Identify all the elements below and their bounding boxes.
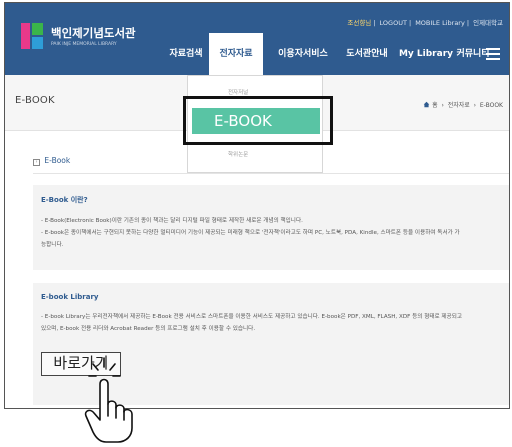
logout-link[interactable]: LOGOUT <box>380 19 407 27</box>
breadcrumb-home[interactable]: 홈 <box>432 102 438 109</box>
library-logo[interactable]: 백인제기념도서관 PAIK INJE MEMORIAL LIBRARY <box>21 19 151 59</box>
user-name-link[interactable]: 조선향님 <box>347 19 371 27</box>
nav-item-my-library[interactable]: My Library <box>397 33 455 75</box>
panel-title: E-Book 이란? <box>41 196 88 204</box>
hand-pointer-icon <box>84 357 133 443</box>
logo-name: 백인제기념도서관 <box>51 26 136 40</box>
logo-subtitle: PAIK INJE MEMORIAL LIBRARY <box>51 42 117 47</box>
home-icon[interactable] <box>423 101 430 108</box>
breadcrumb-current: E-BOOK <box>479 102 503 109</box>
browser-frame: 조선향님 | LOGOUT | MOBILE Library | 인제대학교 백인제기… <box>4 2 510 409</box>
nav-item-library-info[interactable]: 도서관안내 <box>337 33 397 75</box>
hamburger-menu-icon[interactable] <box>486 48 500 60</box>
breadcrumb-e-resources[interactable]: 전자자료 <box>448 102 470 109</box>
panel-text-line: - E-book Library는 우리전자책에서 제공하는 E-Book 전용… <box>41 314 462 320</box>
panel-title: E-book Library <box>41 293 99 301</box>
ebook-intro-panel: E-Book 이란? - E-Book(Electronic Book)이란 기… <box>33 185 509 270</box>
chevron-right-icon: › <box>33 159 40 166</box>
dropdown-item-ejournal[interactable]: 전자저널 <box>228 88 248 96</box>
top-links: 조선향님 | LOGOUT | MOBILE Library | 인제대학교 <box>347 19 503 27</box>
nav-item-search[interactable]: 자료검색 <box>160 33 212 75</box>
highlight-box <box>183 96 333 145</box>
dropdown-item-thesis[interactable]: 학위논문 <box>228 150 248 158</box>
logo-mark-icon <box>21 23 43 49</box>
breadcrumb: 홈 › 전자자료 › E-BOOK <box>423 100 503 109</box>
divider <box>33 173 509 174</box>
panel-text-line: - E-Book(Electronic Book)이란 기존의 종이 책과는 달… <box>41 218 303 224</box>
page-title: E-BOOK <box>15 95 55 106</box>
panel-text-line: 있으며, E-book 전용 리더와 Acrobat Reader 등의 프로그… <box>41 326 256 332</box>
site-header: 조선향님 | LOGOUT | MOBILE Library | 인제대학교 백인제기… <box>5 3 509 75</box>
panel-text-line: - E-book은 종이책에서는 구현되지 못하는 다양한 멀티미디어 기능이 … <box>41 230 460 236</box>
section-heading-text: E-Book <box>44 156 71 165</box>
nav-item-e-resources[interactable]: 전자자료 <box>209 33 263 75</box>
panel-text-line: 능합니다. <box>41 242 64 248</box>
nav-item-services[interactable]: 이용자서비스 <box>269 33 337 75</box>
mobile-library-link[interactable]: MOBILE Library <box>415 19 465 27</box>
section-heading: › E-Book <box>33 156 70 166</box>
university-link[interactable]: 인제대학교 <box>473 19 503 27</box>
